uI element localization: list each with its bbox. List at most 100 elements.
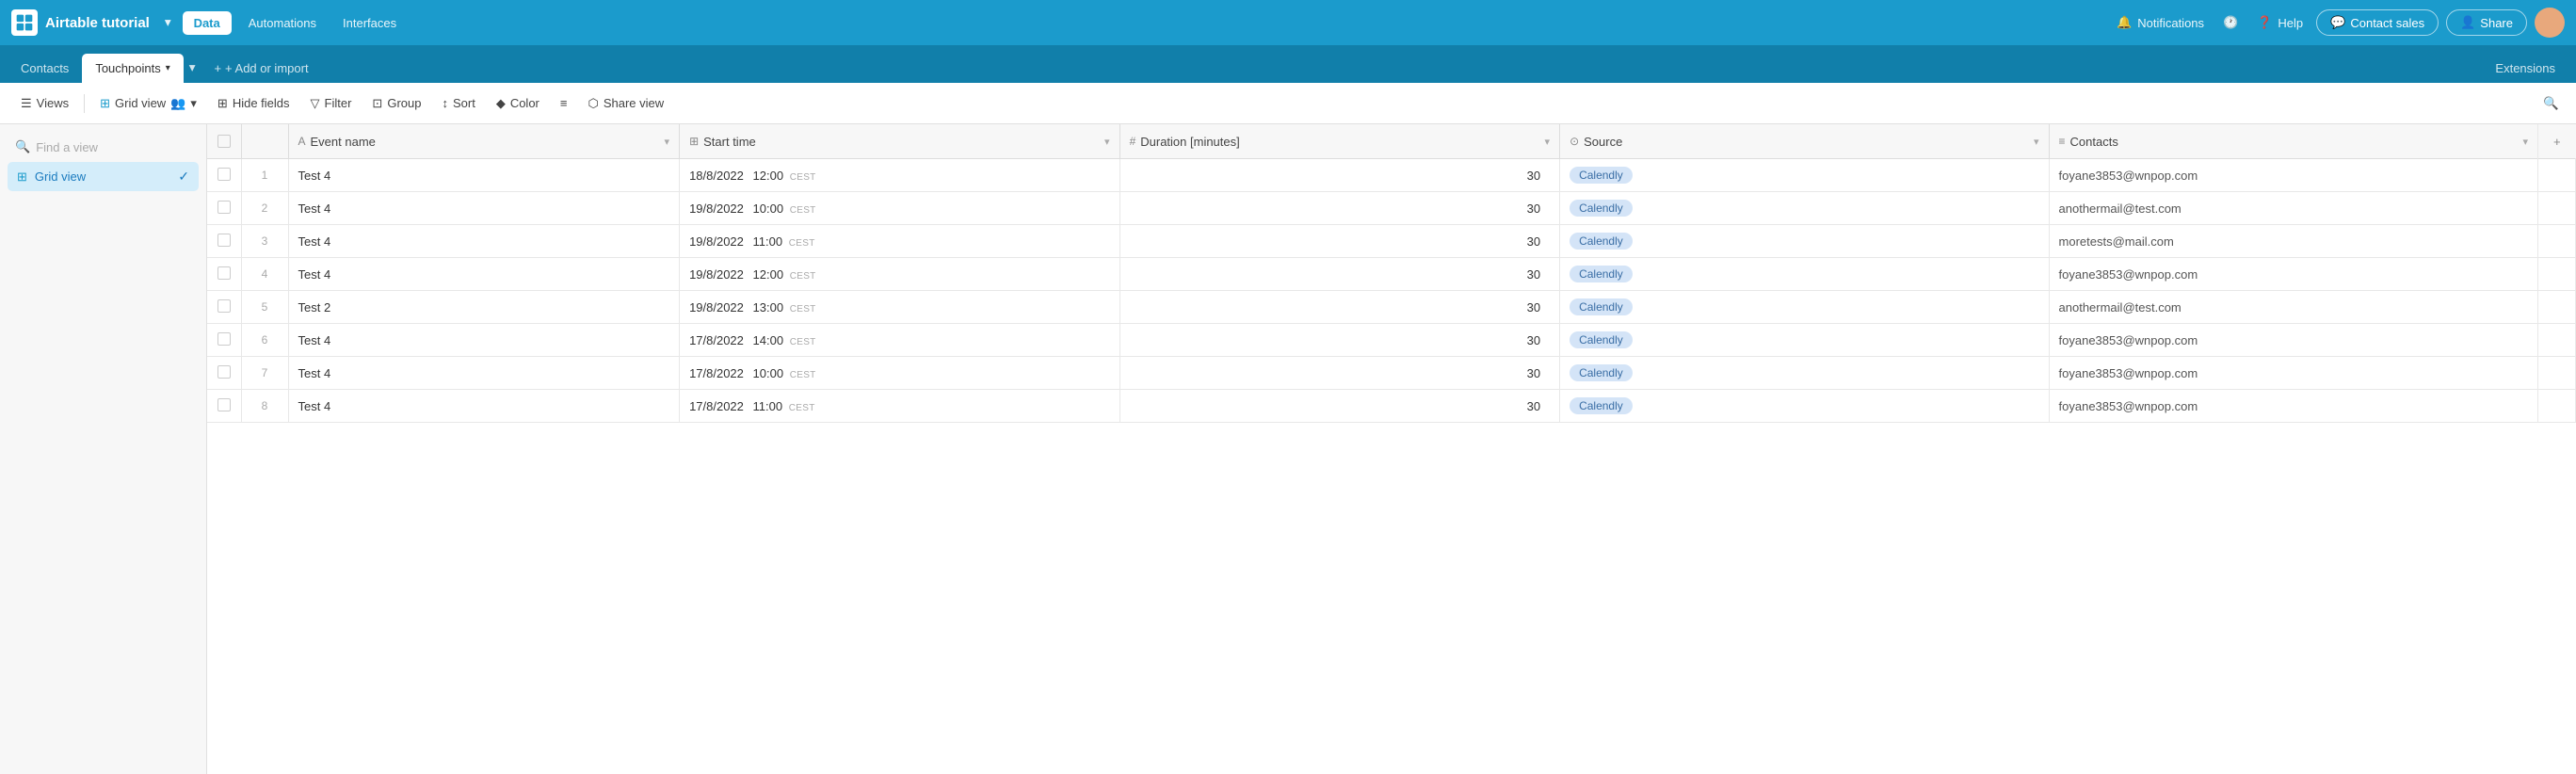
start-time-column-header[interactable]: ⊞ Start time ▾	[680, 124, 1120, 159]
event-name-cell: Test 4	[288, 159, 680, 192]
row-checkbox[interactable]	[217, 332, 231, 346]
table-row: 5 Test 2 19/8/2022 13:00 CEST 30 Calendl…	[207, 291, 2576, 324]
text-type-icon: A	[298, 135, 306, 148]
source-badge: Calendly	[1570, 397, 1633, 414]
source-badge: Calendly	[1570, 298, 1633, 315]
hide-fields-button[interactable]: ⊞ Hide fields	[208, 90, 299, 117]
sort-button[interactable]: ↕ Sort	[432, 90, 484, 116]
start-time-cell: 17/8/2022 11:00 CEST	[680, 390, 1120, 423]
row-height-button[interactable]: ≡	[551, 90, 577, 116]
grid-view-button[interactable]: ⊞ Grid view 👥 ▾	[90, 90, 206, 117]
event-name-column-header[interactable]: A Event name ▾	[288, 124, 680, 159]
touchpoints-tab[interactable]: Touchpoints ▾	[82, 54, 183, 83]
row-checkbox-cell[interactable]	[207, 291, 241, 324]
checkbox-column-header	[207, 124, 241, 159]
row-checkbox-cell[interactable]	[207, 258, 241, 291]
notifications-button[interactable]: 🔔 Notifications	[2111, 9, 2210, 36]
start-time-expand-icon[interactable]: ▾	[1104, 136, 1110, 148]
contacts-tab[interactable]: Contacts	[8, 54, 82, 83]
group-icon: ⊡	[372, 96, 382, 111]
row-checkbox[interactable]	[217, 201, 231, 214]
data-nav-button[interactable]: Data	[183, 11, 232, 35]
duration-expand-icon[interactable]: ▾	[1545, 136, 1551, 148]
row-checkbox[interactable]	[217, 234, 231, 247]
select-all-checkbox[interactable]	[217, 135, 231, 148]
row-checkbox[interactable]	[217, 365, 231, 379]
history-icon: 🕐	[2223, 15, 2238, 30]
source-cell: Calendly	[1560, 159, 2049, 192]
select-type-icon: ⊙	[1570, 135, 1579, 148]
row-checkbox[interactable]	[217, 398, 231, 411]
sidebar: 🔍 Find a view ⊞ Grid view ✓	[0, 124, 207, 774]
contact-cell: anothermail@test.com	[2049, 291, 2537, 324]
share-view-button[interactable]: ⬡ Share view	[578, 90, 673, 117]
history-button[interactable]: 🕐	[2217, 9, 2244, 36]
date-value: 17/8/2022	[689, 333, 744, 347]
row-checkbox[interactable]	[217, 168, 231, 181]
views-icon: ☰	[21, 96, 32, 111]
extensions-label[interactable]: Extensions	[2482, 54, 2568, 83]
row-checkbox[interactable]	[217, 266, 231, 280]
extra-col-cell	[2538, 324, 2576, 357]
find-view-search[interactable]: 🔍 Find a view	[8, 134, 199, 160]
search-button[interactable]: 🔍	[2537, 90, 2565, 117]
add-column-button[interactable]: +	[2538, 124, 2576, 159]
row-number-cell: 5	[241, 291, 288, 324]
row-number-cell: 1	[241, 159, 288, 192]
extra-col-cell	[2538, 291, 2576, 324]
help-button[interactable]: ❓ Help	[2251, 9, 2309, 36]
timezone-label: CEST	[790, 370, 816, 380]
start-time-cell: 17/8/2022 14:00 CEST	[680, 324, 1120, 357]
event-name-cell: Test 2	[288, 291, 680, 324]
source-cell: Calendly	[1560, 390, 2049, 423]
views-toggle-button[interactable]: ☰ Views	[11, 90, 78, 117]
extra-col-cell	[2538, 225, 2576, 258]
duration-column-header[interactable]: # Duration [minutes] ▾	[1119, 124, 1560, 159]
app-chevron-button[interactable]: ▾	[161, 11, 175, 34]
date-value: 19/8/2022	[689, 267, 744, 282]
data-table: A Event name ▾ ⊞ Start time ▾	[207, 124, 2576, 423]
row-checkbox-cell[interactable]	[207, 357, 241, 390]
row-checkbox-cell[interactable]	[207, 192, 241, 225]
time-value: 14:00	[753, 333, 784, 347]
filter-button[interactable]: ▽ Filter	[301, 90, 362, 117]
row-number-cell: 8	[241, 390, 288, 423]
source-column-header[interactable]: ⊙ Source ▾	[1560, 124, 2049, 159]
row-checkbox-cell[interactable]	[207, 159, 241, 192]
toolbar-divider-1	[84, 94, 85, 113]
more-tabs-button[interactable]: ▾	[184, 53, 201, 83]
grid-view-chevron: ▾	[190, 96, 197, 111]
table-tabs-bar: Contacts Touchpoints ▾ ▾ + + Add or impo…	[0, 45, 2576, 83]
row-checkbox[interactable]	[217, 299, 231, 313]
contact-sales-button[interactable]: 💬 Contact sales	[2316, 9, 2439, 36]
sidebar-item-grid-view[interactable]: ⊞ Grid view ✓	[8, 162, 199, 191]
user-avatar-button[interactable]	[2535, 8, 2565, 38]
interfaces-nav-button[interactable]: Interfaces	[333, 11, 406, 35]
contact-cell: foyane3853@wnpop.com	[2049, 159, 2537, 192]
source-badge: Calendly	[1570, 233, 1633, 250]
color-icon: ◆	[496, 96, 506, 111]
link-type-icon: ≡	[2059, 135, 2066, 148]
time-value: 12:00	[753, 169, 784, 183]
group-button[interactable]: ⊡ Group	[362, 90, 430, 117]
source-cell: Calendly	[1560, 192, 2049, 225]
contacts-expand-icon[interactable]: ▾	[2522, 136, 2528, 148]
row-checkbox-cell[interactable]	[207, 390, 241, 423]
contacts-column-header[interactable]: ≡ Contacts ▾	[2049, 124, 2537, 159]
date-value: 17/8/2022	[689, 366, 744, 380]
duration-cell: 30	[1119, 159, 1560, 192]
row-checkbox-cell[interactable]	[207, 225, 241, 258]
table-row: 3 Test 4 19/8/2022 11:00 CEST 30 Calendl…	[207, 225, 2576, 258]
share-button[interactable]: 👤 Share	[2446, 9, 2527, 36]
table-row: 1 Test 4 18/8/2022 12:00 CEST 30 Calendl…	[207, 159, 2576, 192]
grid-icon: ⊞	[100, 96, 110, 111]
automations-nav-button[interactable]: Automations	[239, 11, 326, 35]
row-checkbox-cell[interactable]	[207, 324, 241, 357]
timezone-label: CEST	[790, 271, 816, 282]
add-table-button[interactable]: + + Add or import	[204, 54, 317, 83]
duration-cell: 30	[1119, 192, 1560, 225]
event-name-expand-icon[interactable]: ▾	[665, 136, 670, 148]
color-button[interactable]: ◆ Color	[487, 90, 549, 117]
source-expand-icon[interactable]: ▾	[2034, 136, 2039, 148]
duration-cell: 30	[1119, 390, 1560, 423]
